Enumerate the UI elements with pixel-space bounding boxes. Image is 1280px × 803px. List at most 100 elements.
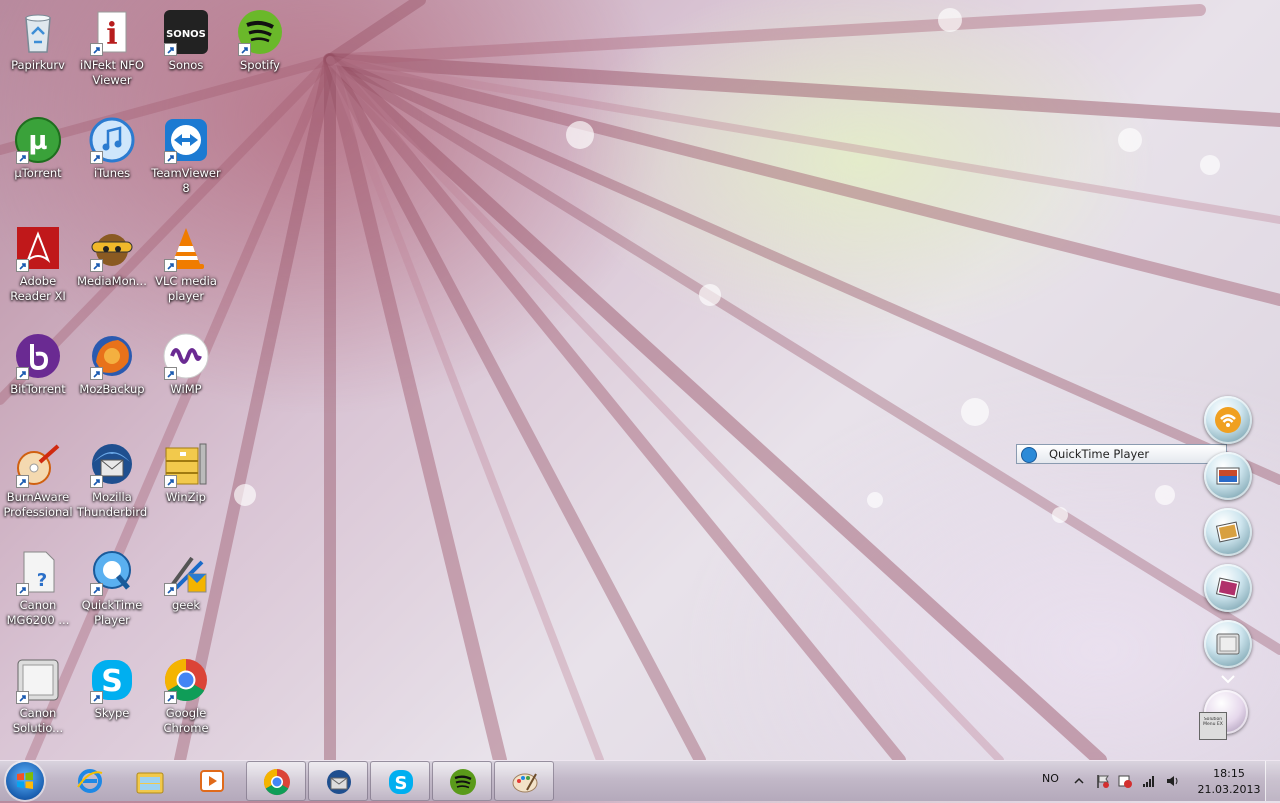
shortcut-arrow-icon <box>164 475 177 488</box>
desktop-icon-skype[interactable]: S Skype <box>74 650 150 754</box>
desktop-icon-label: WinZip <box>166 490 206 504</box>
taskbar-internet-explorer[interactable] <box>60 761 120 801</box>
spotify-icon <box>450 769 476 795</box>
internet-explorer-icon <box>77 769 103 793</box>
adobe-reader-icon <box>14 224 62 272</box>
language-indicator[interactable]: NO <box>1042 772 1059 785</box>
skype-icon: S <box>389 770 413 794</box>
desktop-icon-sonos[interactable]: SONOS Sonos <box>148 2 224 106</box>
desktop-icon-label: TeamViewer 8 <box>151 166 221 195</box>
desktop-icon-label: Mozilla Thunderbird <box>76 490 148 519</box>
taskbar-spotify[interactable] <box>432 761 492 801</box>
desktop-icon-label: iTunes <box>93 166 131 180</box>
desktop-icon-label: QuickTime Player <box>81 598 143 627</box>
taskbar-media-player[interactable] <box>182 761 242 801</box>
taskbar-skype[interactable]: S <box>370 761 430 801</box>
mozbackup-icon <box>88 332 136 380</box>
shortcut-arrow-icon <box>164 151 177 164</box>
desktop-icon-wimp[interactable]: WiMP <box>148 326 224 430</box>
desktop-icon-label: VLC media player <box>155 274 217 303</box>
desktop-icon-label: MediaMon... <box>77 274 147 288</box>
shortcut-arrow-icon <box>90 691 103 704</box>
shortcut-arrow-icon <box>164 691 177 704</box>
desktop-icon-label: µTorrent <box>14 166 62 180</box>
desktop-icon-spotify[interactable]: Spotify <box>222 2 298 106</box>
shortcut-arrow-icon <box>16 583 29 596</box>
quicktime-icon <box>1021 447 1037 463</box>
action-center-flag-icon[interactable] <box>1095 773 1111 789</box>
signal-strength-icon[interactable] <box>1141 773 1157 789</box>
chevron-down-icon[interactable] <box>1220 674 1236 684</box>
desktop-icon-mozbackup[interactable]: MozBackup <box>74 326 150 430</box>
photo-icon <box>1215 521 1241 543</box>
show-hidden-icons-icon[interactable] <box>1071 773 1087 789</box>
desktop-icon-label: geek <box>171 598 201 612</box>
shortcut-arrow-icon <box>90 43 103 56</box>
desktop-icon-burnaware[interactable]: BurnAware Professional <box>0 434 76 538</box>
photo-icon <box>1215 577 1241 599</box>
clock-time[interactable]: 18:15 <box>1199 767 1259 780</box>
shortcut-arrow-icon <box>164 583 177 596</box>
photo-icon <box>1216 467 1240 485</box>
desktop-icon-label: WiMP <box>170 382 202 396</box>
desktop-icon-vlc[interactable]: VLC media player <box>148 218 224 322</box>
show-desktop-button[interactable] <box>1265 761 1280 801</box>
shortcut-arrow-icon <box>238 43 251 56</box>
dock-solution-menu-button[interactable] <box>1204 620 1252 668</box>
desktop-icon-bittorrent[interactable]: BitTorrent <box>0 326 76 430</box>
volume-icon[interactable] <box>1165 773 1181 789</box>
shortcut-arrow-icon <box>16 691 29 704</box>
taskbar-paint[interactable] <box>494 761 554 801</box>
shortcut-arrow-icon <box>90 367 103 380</box>
taskbar-windows-explorer[interactable] <box>120 761 180 801</box>
dock-wifi-button[interactable] <box>1204 396 1252 444</box>
desktop-icon-label: Canon MG6200 ... <box>6 598 70 627</box>
svg-text:i: i <box>106 17 117 52</box>
dock-photo-button[interactable] <box>1204 508 1252 556</box>
desktop-icon-canon-solution[interactable]: Canon Solutio... <box>0 650 76 754</box>
desktop-icon-thunderbird[interactable]: Mozilla Thunderbird <box>74 434 150 538</box>
desktop-icon-winzip[interactable]: WinZip <box>148 434 224 538</box>
desktop-icon-teamviewer[interactable]: TeamViewer 8 <box>148 110 224 214</box>
desktop-icon-chrome[interactable]: Google Chrome <box>148 650 224 754</box>
dock-photo-button[interactable] <box>1204 564 1252 612</box>
desktop-icon-utorrent[interactable]: µ µTorrent <box>0 110 76 214</box>
desktop-icon-label: Spotify <box>240 58 280 72</box>
quicktime-tooltip: QuickTime Player <box>1016 444 1227 464</box>
desktop-icon-adobe-reader[interactable]: Adobe Reader XI <box>0 218 76 322</box>
solution-menu-small-icon[interactable]: Solution Menu EX <box>1199 712 1227 740</box>
clock-date[interactable]: 21.03.2013 <box>1189 783 1269 796</box>
shortcut-arrow-icon <box>16 259 29 272</box>
svg-text:S: S <box>101 664 123 699</box>
desktop-icon-quicktime[interactable]: QuickTime Player <box>74 542 150 646</box>
windows-explorer-icon <box>136 772 164 794</box>
mediamonkey-icon <box>88 224 136 272</box>
desktop-icon-itunes[interactable]: iTunes <box>74 110 150 214</box>
shortcut-arrow-icon <box>90 259 103 272</box>
taskbar-chrome[interactable] <box>246 761 306 801</box>
shortcut-arrow-icon <box>16 151 29 164</box>
shortcut-arrow-icon <box>16 367 29 380</box>
dock-photo-button[interactable] <box>1204 452 1252 500</box>
paint-icon <box>512 773 538 793</box>
svg-text:SONOS: SONOS <box>166 29 206 40</box>
shortcut-arrow-icon <box>90 583 103 596</box>
windows-logo-icon <box>17 772 33 789</box>
vlc-icon <box>162 224 210 272</box>
desktop-icon-nfo-viewer[interactable]: i iNFekt NFO Viewer <box>74 2 150 106</box>
taskbar-thunderbird[interactable] <box>308 761 368 801</box>
start-button[interactable] <box>6 762 44 800</box>
quicktime-icon <box>88 548 136 596</box>
desktop-icon-canon-printer[interactable]: ? Canon MG6200 ... <box>0 542 76 646</box>
desktop-icon-geek-uninstaller[interactable]: geek <box>148 542 224 646</box>
network-warning-icon[interactable] <box>1117 773 1133 789</box>
desktop-icon-recycle-bin[interactable]: Papirkurv <box>0 2 76 106</box>
chrome-icon <box>263 768 290 796</box>
spotify-icon <box>236 8 284 56</box>
desktop-icon-label: BurnAware Professional <box>3 490 73 519</box>
svg-text:S: S <box>395 773 408 794</box>
desktop-icon-label: Adobe Reader XI <box>10 274 66 303</box>
desktop-icon-mediamonkey[interactable]: MediaMon... <box>74 218 150 322</box>
chrome-icon <box>162 656 210 704</box>
burnaware-icon <box>14 440 62 488</box>
